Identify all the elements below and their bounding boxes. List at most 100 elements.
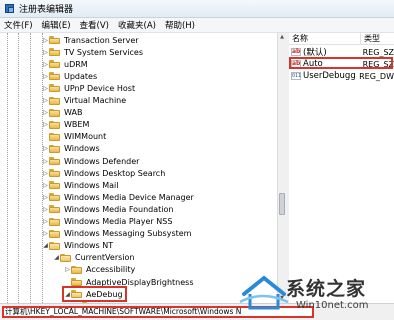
folder-icon	[49, 108, 60, 117]
folder-icon	[49, 96, 60, 105]
tree-node-label: UPnP Device Host	[64, 83, 136, 93]
values-pane[interactable]: 名称 类型 ab (默认) REG_SZ ab Auto REG_SZ 011 UserDeb…	[289, 33, 394, 303]
title-bar: 注册表编辑器	[0, 0, 394, 18]
menu-edit[interactable]: 编辑(E)	[42, 19, 71, 31]
menu-bar: 文件(F) 编辑(E) 查看(V) 收藏夹(A) 帮助(H)	[0, 18, 394, 33]
folder-icon	[49, 144, 60, 153]
collapsed-arrow-icon[interactable]: ▷	[42, 218, 49, 225]
tree-node[interactable]: ▷ Windows Desktop Search	[42, 167, 165, 179]
collapsed-arrow-icon[interactable]: ▷	[42, 73, 49, 80]
folder-icon	[49, 60, 60, 69]
tree-vertical-scrollbar[interactable]: ▲ ▼	[277, 33, 286, 303]
collapsed-arrow-icon[interactable]: ▷	[64, 266, 71, 273]
menu-help[interactable]: 帮助(H)	[165, 19, 195, 31]
tree-node-label: WIMMount	[64, 132, 107, 142]
value-name-cell: 011UserDebuggerH...	[289, 71, 356, 81]
tree-node-label: Windows Mail	[64, 180, 119, 190]
menu-view[interactable]: 查看(V)	[80, 19, 109, 31]
tree-node[interactable]: ▷ Windows Media Player NSS	[42, 216, 172, 228]
values-header: 名称 类型	[289, 33, 394, 45]
registry-key-tree[interactable]: ▷ Transaction Server ▷ TV System Services ▷ u…	[0, 33, 277, 303]
tree-node[interactable]: ◢ CurrentVersion	[53, 252, 134, 264]
auto-value-highlight	[289, 57, 393, 69]
expanded-arrow-icon[interactable]: ◢	[64, 291, 71, 298]
folder-icon	[49, 181, 60, 190]
tree-connector-line	[18, 33, 19, 303]
column-header-name[interactable]: 名称	[289, 33, 361, 44]
tree-node[interactable]: ▷ Transaction Server	[42, 34, 139, 46]
expanded-arrow-icon[interactable]: ◢	[42, 242, 49, 249]
tree-node[interactable]: AdaptiveDisplayBrightness	[64, 276, 194, 288]
scroll-up-arrow-icon[interactable]: ▲	[278, 33, 286, 42]
folder-icon	[49, 217, 60, 226]
collapsed-arrow-icon[interactable]: ▷	[42, 121, 49, 128]
watermark-text: 系统之家	[286, 278, 367, 300]
tree-node-label: Windows Media Player NSS	[64, 217, 173, 226]
tree-node[interactable]: ▷ Updates	[42, 70, 97, 82]
collapsed-arrow-icon[interactable]: ▷	[42, 170, 49, 177]
folder-icon	[49, 205, 60, 214]
tree-node[interactable]: ▷ TV System Services	[42, 46, 143, 58]
value-type-cell: REG_DW	[359, 71, 394, 81]
tree-node-label: Windows Desktop Search	[64, 168, 166, 178]
tree-node[interactable]: ▷ uDRM	[42, 58, 88, 70]
tree-node-label: AeDebug	[86, 289, 123, 299]
tree-node[interactable]: ▷ Accessibility	[64, 264, 135, 276]
value-name: UserDebuggerH...	[303, 71, 356, 81]
tree-node-label: Updates	[64, 71, 98, 81]
expanded-arrow-icon[interactable]: ◢	[53, 254, 60, 261]
folder-icon	[49, 48, 60, 57]
tree-node[interactable]: ▷ WAB	[42, 107, 82, 119]
site-watermark: 系统之家 Win10net.com	[236, 270, 394, 320]
registry-editor-icon	[4, 3, 15, 14]
tree-node-label: Transaction Server	[64, 35, 139, 45]
collapsed-arrow-icon[interactable]: ▷	[42, 109, 49, 116]
folder-icon	[49, 193, 60, 202]
collapsed-arrow-icon[interactable]: ▷	[42, 145, 49, 152]
collapsed-arrow-icon[interactable]: ▷	[42, 158, 49, 165]
folder-icon	[60, 253, 71, 262]
tree-node[interactable]: ▷ WBEM	[42, 119, 89, 131]
menu-favorites[interactable]: 收藏夹(A)	[118, 19, 156, 31]
folder-icon	[49, 241, 60, 250]
tree-node[interactable]: WIMMount	[42, 131, 106, 143]
tree-node[interactable]: ▷ Windows Defender	[42, 155, 139, 167]
binary-value-icon: 011	[291, 72, 302, 80]
tree-node[interactable]: ▷ Windows Messaging Subsystem	[42, 228, 191, 240]
collapsed-arrow-icon[interactable]: ▷	[42, 49, 49, 56]
tree-node[interactable]: ▷ UPnP Device Host	[42, 82, 135, 94]
string-value-icon: ab	[291, 48, 301, 56]
tree-node-selected[interactable]: ◢ AeDebug	[62, 286, 127, 303]
folder-icon	[71, 290, 82, 299]
value-row[interactable]: 011UserDebuggerH...REG_DW	[289, 70, 394, 82]
folder-icon	[71, 278, 82, 286]
folder-icon	[49, 229, 60, 238]
tree-node[interactable]: ▷ Windows Media Foundation	[42, 203, 173, 215]
scrollbar-thumb[interactable]	[279, 193, 285, 215]
collapsed-arrow-icon[interactable]: ▷	[42, 85, 49, 92]
menu-file[interactable]: 文件(F)	[4, 19, 33, 31]
collapsed-arrow-icon[interactable]: ▷	[42, 37, 49, 44]
collapsed-arrow-icon[interactable]: ▷	[42, 97, 49, 104]
tree-node[interactable]: ◢ Windows NT	[42, 240, 113, 252]
collapsed-arrow-icon[interactable]: ▷	[42, 182, 49, 189]
collapsed-arrow-icon[interactable]: ▷	[42, 206, 49, 213]
tree-node-label: CurrentVersion	[75, 253, 135, 263]
tree-node-label: Windows Defender	[64, 156, 140, 166]
folder-icon	[49, 132, 60, 141]
value-type-cell: REG_SZ	[362, 47, 394, 57]
tree-node[interactable]: ▷ Virtual Machine	[42, 95, 126, 107]
tree-node-label: TV System Services	[64, 47, 144, 57]
collapsed-arrow-icon[interactable]: ▷	[42, 61, 49, 68]
tree-node[interactable]: ▷ Windows Media Device Manager	[42, 191, 194, 203]
tree-node[interactable]: ▷ Windows	[42, 143, 100, 155]
column-header-type[interactable]: 类型	[361, 33, 380, 44]
window-title: 注册表编辑器	[19, 5, 74, 15]
collapsed-arrow-icon[interactable]: ▷	[42, 230, 49, 237]
tree-node-label: Windows NT	[64, 241, 114, 251]
watermark-url: Win10net.com	[296, 300, 369, 311]
tree-node[interactable]: ▷ Windows Mail	[42, 179, 119, 191]
folder-icon	[49, 84, 60, 93]
tree-connector-line	[7, 33, 8, 303]
collapsed-arrow-icon[interactable]: ▷	[42, 194, 49, 201]
